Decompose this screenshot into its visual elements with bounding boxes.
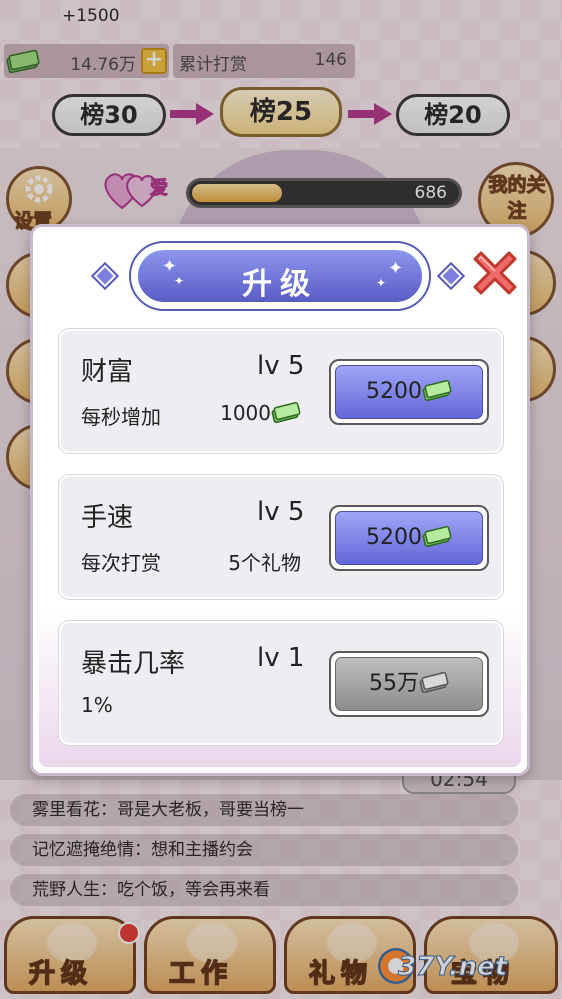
upgrade-level: lv 5 xyxy=(257,351,305,381)
upgrade-effect-value: 1000 xyxy=(220,401,271,425)
dialog-title-banner: ✦ ✦ 升级 ✦ ✦ xyxy=(136,248,424,304)
upgrade-price-value: 5200 xyxy=(366,379,422,404)
upgrade-buy-button[interactable]: 5200 xyxy=(329,359,489,425)
cash-icon xyxy=(422,526,452,548)
upgrade-effect: 5个礼物 xyxy=(228,551,301,575)
upgrade-name: 暴击几率 xyxy=(81,649,186,679)
upgrade-name: 财富 xyxy=(81,357,134,387)
upgrade-price: 5200 xyxy=(335,511,483,565)
upgrade-level: lv 5 xyxy=(257,497,305,527)
upgrade-effect: 1000 xyxy=(220,401,301,425)
close-icon[interactable] xyxy=(467,245,523,301)
upgrade-price-value: 5200 xyxy=(366,525,422,550)
dialog-title-plate: ✦ ✦ 升级 ✦ ✦ xyxy=(129,241,431,311)
upgrade-price-value: 55万 xyxy=(369,671,419,696)
upgrade-card-wealth: 财富 lv 5 每秒增加 1000 5200 xyxy=(59,329,503,453)
upgrade-price: 55万 xyxy=(335,657,483,711)
upgrade-price: 5200 xyxy=(335,365,483,419)
cash-icon xyxy=(271,402,301,424)
upgrade-description: 1% xyxy=(81,693,113,717)
cash-icon-grey xyxy=(419,672,449,694)
sparkle-icon: ✦ xyxy=(376,276,387,290)
upgrade-level: lv 1 xyxy=(257,643,305,673)
upgrade-description: 每次打赏 xyxy=(81,551,161,575)
sparkle-icon: ✦ xyxy=(388,258,404,279)
upgrade-buy-button[interactable]: 5200 xyxy=(329,505,489,571)
upgrade-card-crit-chance: 暴击几率 lv 1 1% 55万 xyxy=(59,621,503,745)
upgrade-card-speed: 手速 lv 5 每次打赏 5个礼物 5200 xyxy=(59,475,503,599)
upgrade-dialog: ✦ ✦ 升级 ✦ ✦ 财富 lv 5 每秒增加 1000 5200 手速 lv … xyxy=(30,224,530,776)
upgrade-description: 每秒增加 xyxy=(81,405,161,429)
upgrade-name: 手速 xyxy=(81,503,134,533)
cash-icon xyxy=(422,380,452,402)
upgrade-buy-button-disabled[interactable]: 55万 xyxy=(329,651,489,717)
